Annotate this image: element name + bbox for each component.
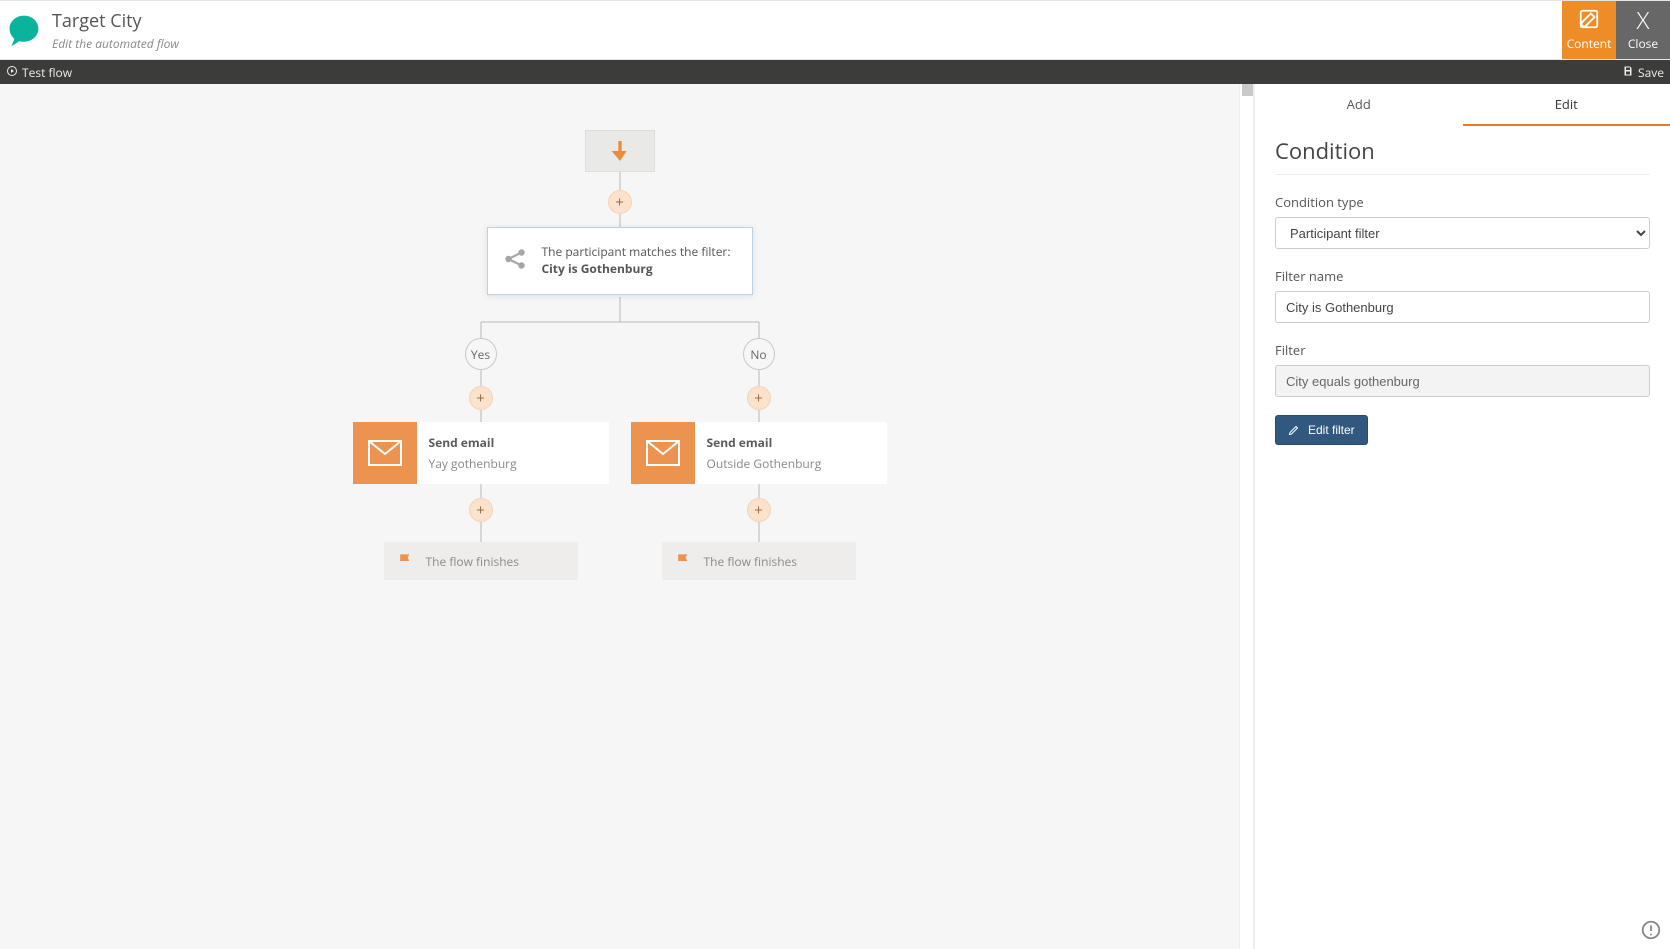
- flow-finish-yes: The flow finishes: [384, 542, 578, 580]
- content-button-label: Content: [1567, 35, 1612, 52]
- save-icon: [1622, 65, 1634, 79]
- step-title: Send email: [429, 434, 597, 451]
- step-subtitle: Yay gothenburg: [429, 455, 597, 472]
- branch-label-yes: Yes: [465, 338, 497, 370]
- arrow-down-icon: [610, 138, 630, 164]
- flag-icon: [674, 551, 694, 571]
- condition-type-label: Condition type: [1275, 193, 1650, 211]
- add-step-after-yes-button[interactable]: +: [469, 498, 493, 522]
- test-flow-label: Test flow: [22, 64, 72, 81]
- add-step-yes-button[interactable]: +: [469, 386, 493, 410]
- add-step-no-button[interactable]: +: [747, 386, 771, 410]
- action-bar: Test flow Save: [0, 60, 1670, 84]
- canvas-scrollbar[interactable]: [1239, 84, 1254, 949]
- filter-label: Filter: [1275, 341, 1650, 359]
- side-panel-tabs: Add Edit: [1255, 84, 1670, 126]
- condition-prefix: The participant matches the filter:: [542, 243, 731, 260]
- edit-icon: [1578, 8, 1600, 33]
- email-icon: [353, 422, 417, 484]
- flow-start-node[interactable]: [585, 130, 655, 172]
- add-step-after-no-button[interactable]: +: [747, 498, 771, 522]
- panel-heading: Condition: [1275, 136, 1650, 166]
- step-title: Send email: [707, 434, 875, 451]
- condition-bold: City is Gothenburg: [542, 260, 653, 277]
- scroll-thumb[interactable]: [1242, 84, 1253, 96]
- finish-label: The flow finishes: [426, 553, 520, 570]
- page-subtitle: Edit the automated flow: [52, 35, 179, 52]
- step-card-no[interactable]: Send email Outside Gothenburg: [631, 422, 887, 484]
- edit-filter-button[interactable]: Edit filter: [1275, 415, 1368, 445]
- condition-type-select[interactable]: Participant filter: [1275, 217, 1650, 249]
- play-icon: [6, 65, 18, 79]
- close-button[interactable]: X Close: [1616, 1, 1670, 59]
- close-icon: X: [1637, 9, 1650, 33]
- tab-edit[interactable]: Edit: [1463, 84, 1670, 126]
- main-area: + The participant matches the filter: Ci…: [0, 84, 1670, 949]
- page-title: Target City: [52, 9, 179, 33]
- condition-node-text: The participant matches the filter: City…: [542, 244, 738, 278]
- add-step-button[interactable]: +: [608, 190, 632, 214]
- content-button[interactable]: Content: [1562, 1, 1616, 59]
- info-icon[interactable]: [1640, 919, 1662, 941]
- email-icon: [631, 422, 695, 484]
- edit-filter-button-label: Edit filter: [1308, 423, 1355, 437]
- app-logo: [6, 12, 42, 48]
- share-icon: [502, 246, 528, 276]
- filter-name-label: Filter name: [1275, 267, 1650, 285]
- flag-icon: [396, 551, 416, 571]
- save-button[interactable]: Save: [1622, 64, 1664, 81]
- flow-connectors: [220, 84, 1020, 684]
- side-panel: Add Edit Condition Condition type Partic…: [1254, 84, 1670, 949]
- flow-canvas[interactable]: + The participant matches the filter: Ci…: [0, 84, 1239, 949]
- flow-finish-no: The flow finishes: [662, 542, 856, 580]
- branch-label-no: No: [743, 338, 775, 370]
- close-button-label: Close: [1628, 35, 1658, 52]
- condition-node[interactable]: The participant matches the filter: City…: [487, 227, 753, 295]
- top-header: Target City Edit the automated flow Cont…: [0, 0, 1670, 60]
- pencil-icon: [1288, 424, 1300, 436]
- step-subtitle: Outside Gothenburg: [707, 455, 875, 472]
- tab-add[interactable]: Add: [1255, 84, 1463, 126]
- divider: [1275, 174, 1650, 175]
- step-card-yes[interactable]: Send email Yay gothenburg: [353, 422, 609, 484]
- filter-display: [1275, 365, 1650, 397]
- finish-label: The flow finishes: [704, 553, 798, 570]
- test-flow-button[interactable]: Test flow: [6, 64, 72, 81]
- filter-name-input[interactable]: [1275, 291, 1650, 323]
- save-label: Save: [1638, 64, 1664, 81]
